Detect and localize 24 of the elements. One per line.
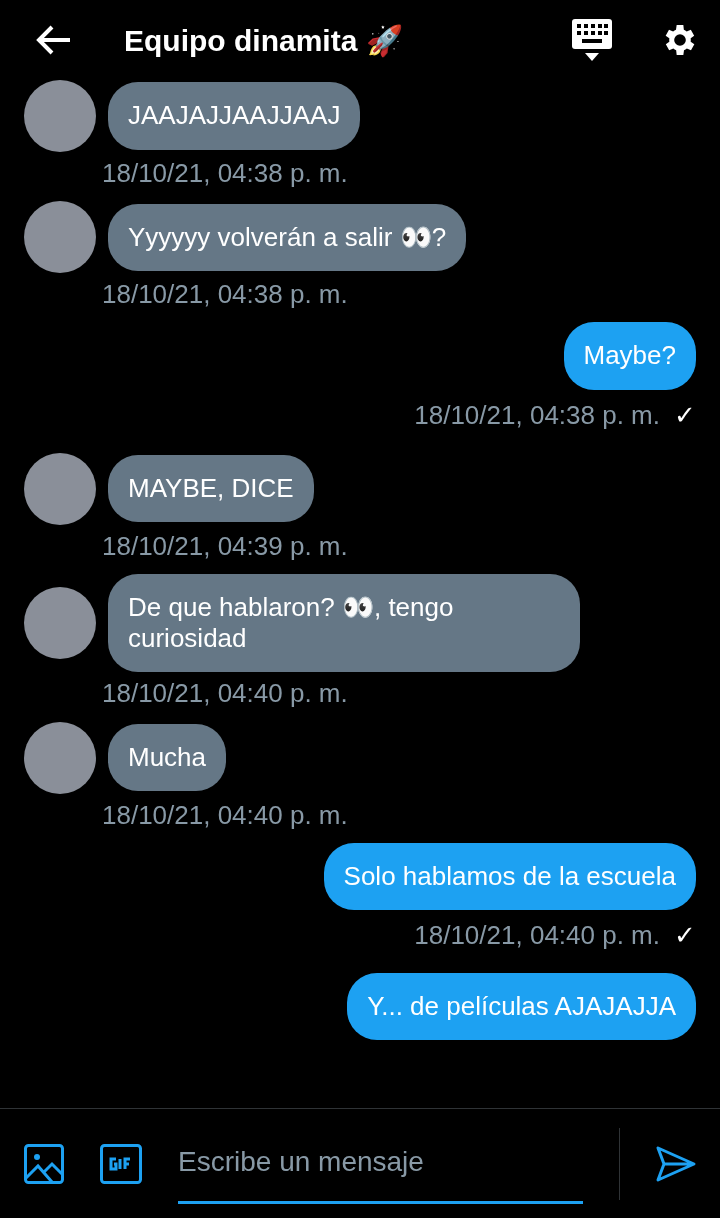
message-bubble: De que hablaron? 👀, tengo curiosidad: [108, 573, 580, 673]
timestamp: 18/10/21, 04:40 p. m.: [414, 919, 660, 952]
message-input[interactable]: Escribe un mensaje: [178, 1123, 583, 1204]
message-bubble: Yyyyyy volverán a salir 👀?: [108, 203, 467, 271]
timestamp: 18/10/21, 04:39 p. m.: [102, 530, 348, 562]
image-icon[interactable]: [24, 1143, 64, 1184]
timestamp: 18/10/21, 04:38 p. m.: [414, 399, 660, 431]
message-bubble: Y... de películas AJAJAJJA: [347, 973, 696, 1041]
send-icon[interactable]: [656, 1145, 696, 1182]
message-bubble: Solo hablamos de la escuela: [323, 842, 696, 910]
message-bubble: MAYBE, DICE: [108, 455, 314, 523]
sent-status: ✓: [674, 919, 696, 952]
gif-icon[interactable]: [100, 1143, 142, 1184]
message-bubble: Mucha: [108, 723, 227, 792]
message-bubble: JAAJAJJAAJJAAJ: [108, 82, 361, 150]
message-bubble: Maybe?: [563, 322, 696, 390]
timestamp: 18/10/21, 04:38 p. m.: [102, 279, 348, 311]
sent-status: ✓: [674, 399, 696, 431]
keyboard-icon[interactable]: [572, 19, 612, 61]
timestamp: 18/10/21, 04:40 p. m.: [102, 799, 348, 831]
timestamp: 18/10/21, 04:40 p. m.: [102, 678, 348, 710]
back-arrow-icon[interactable]: [36, 24, 72, 56]
timestamp: 18/10/21, 04:38 p. m.: [102, 158, 348, 190]
chat-title: Equipo dinamita 🚀: [124, 22, 404, 60]
